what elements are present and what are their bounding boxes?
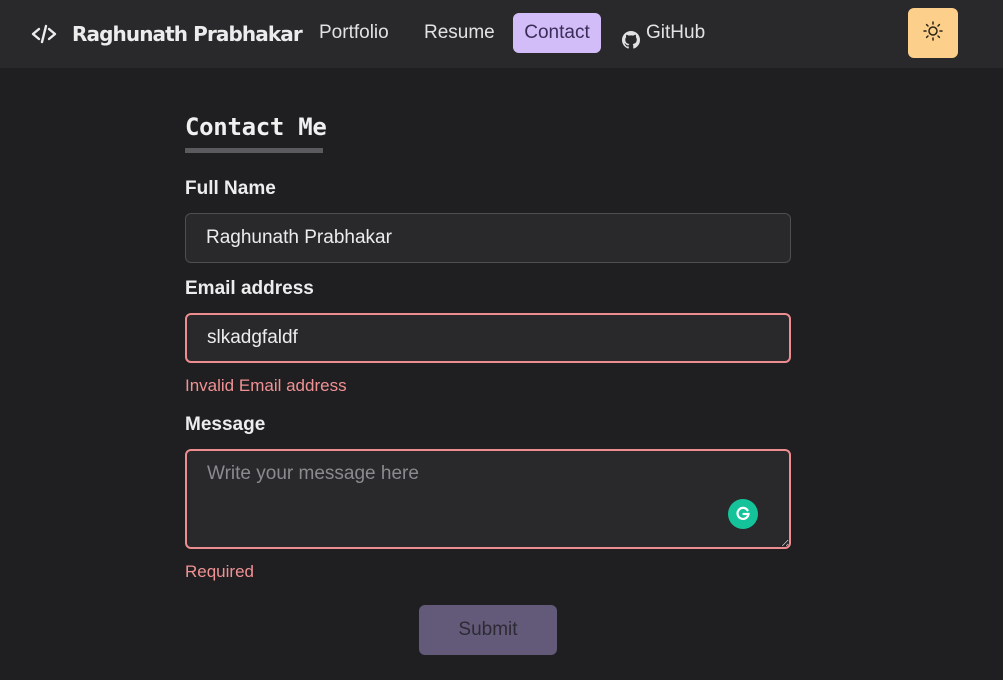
theme-toggle-button[interactable] (908, 8, 958, 58)
github-icon (622, 24, 640, 49)
nav-link-portfolio[interactable]: Portfolio (309, 13, 399, 53)
nav-link-contact[interactable]: Contact (513, 13, 601, 53)
submit-button[interactable]: Submit (419, 605, 557, 655)
navbar: Raghunath Prabhakar Portfolio Resume Con… (0, 0, 1003, 68)
brand[interactable]: Raghunath Prabhakar (31, 20, 303, 48)
message-error-message: Required (185, 562, 254, 581)
sun-icon (923, 20, 943, 46)
nav-link-resume[interactable]: Resume (414, 13, 505, 53)
page-title: Contact Me (185, 113, 327, 141)
nav-link-github[interactable]: GitHub (612, 13, 715, 53)
code-brackets-icon (31, 24, 57, 44)
full-name-field[interactable] (185, 213, 791, 263)
grammarly-icon[interactable] (728, 499, 758, 529)
full-name-label: Full Name (185, 178, 276, 199)
nav-link-github-label: GitHub (646, 22, 706, 43)
email-field[interactable] (185, 313, 791, 363)
email-label: Email address (185, 278, 314, 299)
title-underline (185, 148, 323, 153)
brand-name: Raghunath Prabhakar (72, 22, 303, 46)
message-label: Message (185, 414, 266, 435)
message-field[interactable] (185, 449, 791, 549)
email-error-message: Invalid Email address (185, 376, 347, 395)
